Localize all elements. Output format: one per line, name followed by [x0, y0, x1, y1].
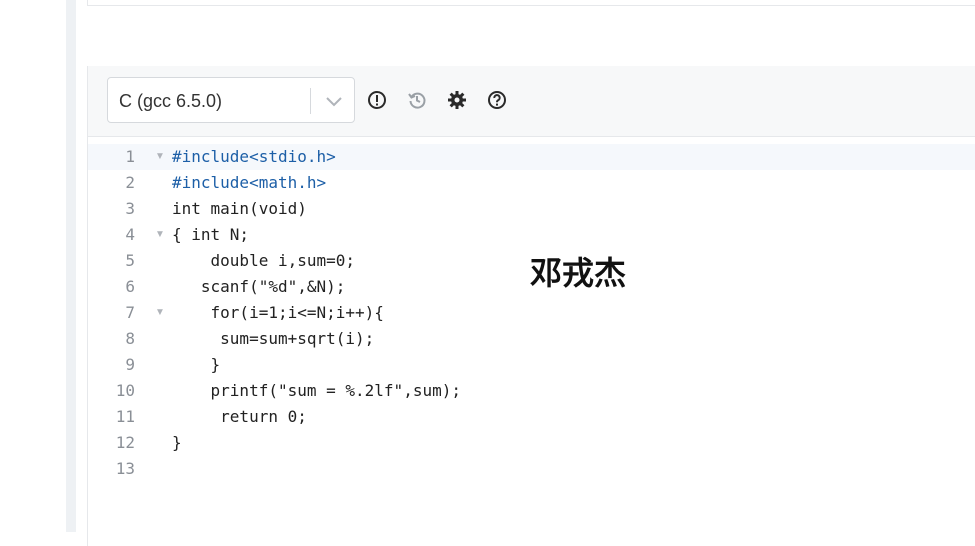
chevron-down-icon[interactable] — [320, 91, 348, 111]
fold-arrow-icon[interactable]: ▼ — [155, 300, 165, 326]
code-editor-card: C (gcc 6.5.0) 1 ▼ #include<stdio.h> 2 #i… — [87, 66, 975, 546]
gear-icon[interactable] — [446, 89, 468, 111]
code-text[interactable]: return 0; — [172, 404, 307, 430]
code-line[interactable]: 10 printf("sum = %.2lf",sum); — [88, 378, 975, 404]
line-number: 11 — [115, 407, 135, 426]
history-icon[interactable] — [406, 89, 428, 111]
code-text[interactable]: } — [172, 352, 221, 378]
code-text[interactable]: #include<math.h> — [172, 170, 326, 196]
editor-toolbar: C (gcc 6.5.0) — [88, 66, 975, 137]
fold-arrow-icon[interactable]: ▼ — [155, 222, 165, 248]
code-line[interactable]: 2 #include<math.h> — [88, 170, 975, 196]
fold-arrow-icon[interactable]: ▼ — [155, 144, 165, 170]
left-rail — [66, 0, 76, 532]
line-number: 9 — [125, 355, 135, 374]
code-text[interactable]: } — [172, 430, 182, 456]
code-text[interactable]: scanf("%d",&N); — [172, 274, 346, 300]
exclamation-circle-icon[interactable] — [366, 89, 388, 111]
line-number: 5 — [125, 251, 135, 270]
code-text[interactable]: printf("sum = %.2lf",sum); — [172, 378, 461, 404]
line-number: 3 — [125, 199, 135, 218]
code-text[interactable]: for(i=1;i<=N;i++){ — [172, 300, 384, 326]
code-text[interactable]: { int N; — [172, 222, 249, 248]
line-number: 12 — [115, 433, 135, 452]
code-line[interactable]: 9 } — [88, 352, 975, 378]
code-line[interactable]: 11 return 0; — [88, 404, 975, 430]
left-gutter — [0, 0, 66, 532]
language-select-value: C (gcc 6.5.0) — [119, 91, 223, 111]
code-line[interactable]: 1 ▼ #include<stdio.h> — [88, 144, 975, 170]
line-number: 2 — [125, 173, 135, 192]
code-text[interactable] — [172, 456, 211, 482]
code-line[interactable]: 12 } — [88, 430, 975, 456]
code-line[interactable]: 13 — [88, 456, 975, 482]
line-number: 13 — [115, 459, 135, 478]
code-line[interactable]: 4 ▼ { int N; — [88, 222, 975, 248]
code-text[interactable]: double i,sum=0; — [172, 248, 356, 274]
line-number: 1 — [125, 147, 135, 166]
language-select[interactable]: C (gcc 6.5.0) — [107, 77, 355, 123]
line-number: 4 — [125, 225, 135, 244]
line-number: 8 — [125, 329, 135, 348]
question-circle-icon[interactable] — [486, 89, 508, 111]
code-text[interactable]: #include<stdio.h> — [172, 144, 336, 170]
line-number: 10 — [115, 381, 135, 400]
top-panel — [87, 0, 975, 6]
code-line[interactable]: 7 ▼ for(i=1;i<=N;i++){ — [88, 300, 975, 326]
code-line[interactable]: 8 sum=sum+sqrt(i); — [88, 326, 975, 352]
overlay-name-text: 邓戎杰 — [530, 254, 627, 292]
code-line[interactable]: 3 int main(void) — [88, 196, 975, 222]
code-area[interactable]: 1 ▼ #include<stdio.h> 2 #include<math.h>… — [88, 137, 975, 546]
select-divider — [310, 88, 311, 114]
line-number: 7 — [125, 303, 135, 322]
line-number: 6 — [125, 277, 135, 296]
code-text[interactable]: sum=sum+sqrt(i); — [172, 326, 374, 352]
code-text[interactable]: int main(void) — [172, 196, 307, 222]
